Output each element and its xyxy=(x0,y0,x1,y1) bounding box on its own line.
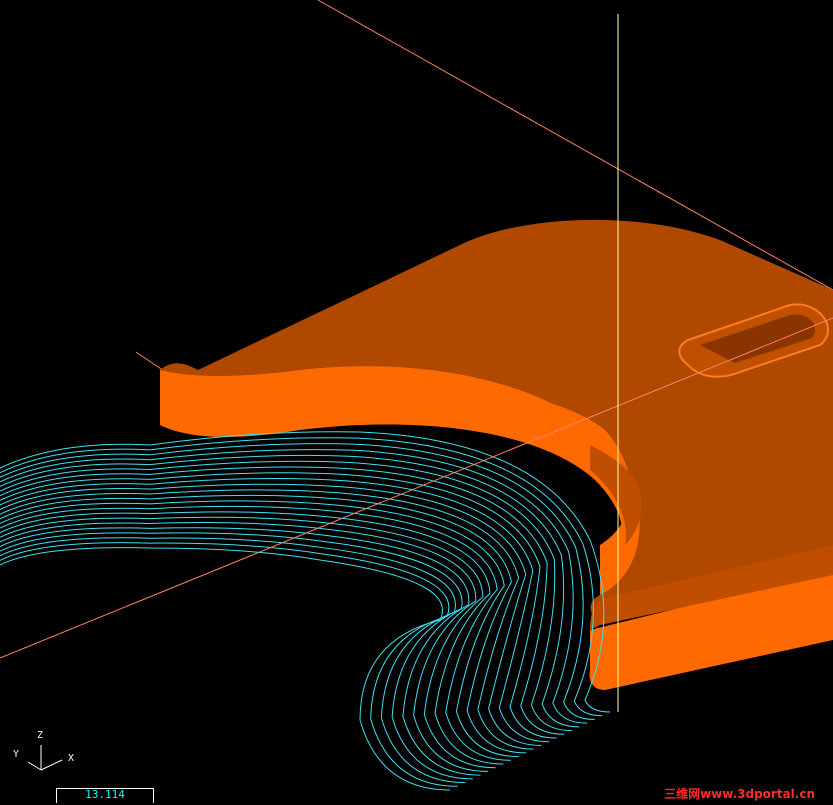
cad-3d-viewport[interactable] xyxy=(0,0,833,805)
scale-bar: 13.114 xyxy=(56,788,154,803)
scale-bar-value: 13.114 xyxy=(85,788,125,801)
axis-z-label: Z xyxy=(37,730,44,741)
axis-y-label: Y xyxy=(13,749,20,760)
watermark: 三维网www.3dportal.cn xyxy=(664,787,815,801)
axis-x-label: X xyxy=(68,753,75,764)
